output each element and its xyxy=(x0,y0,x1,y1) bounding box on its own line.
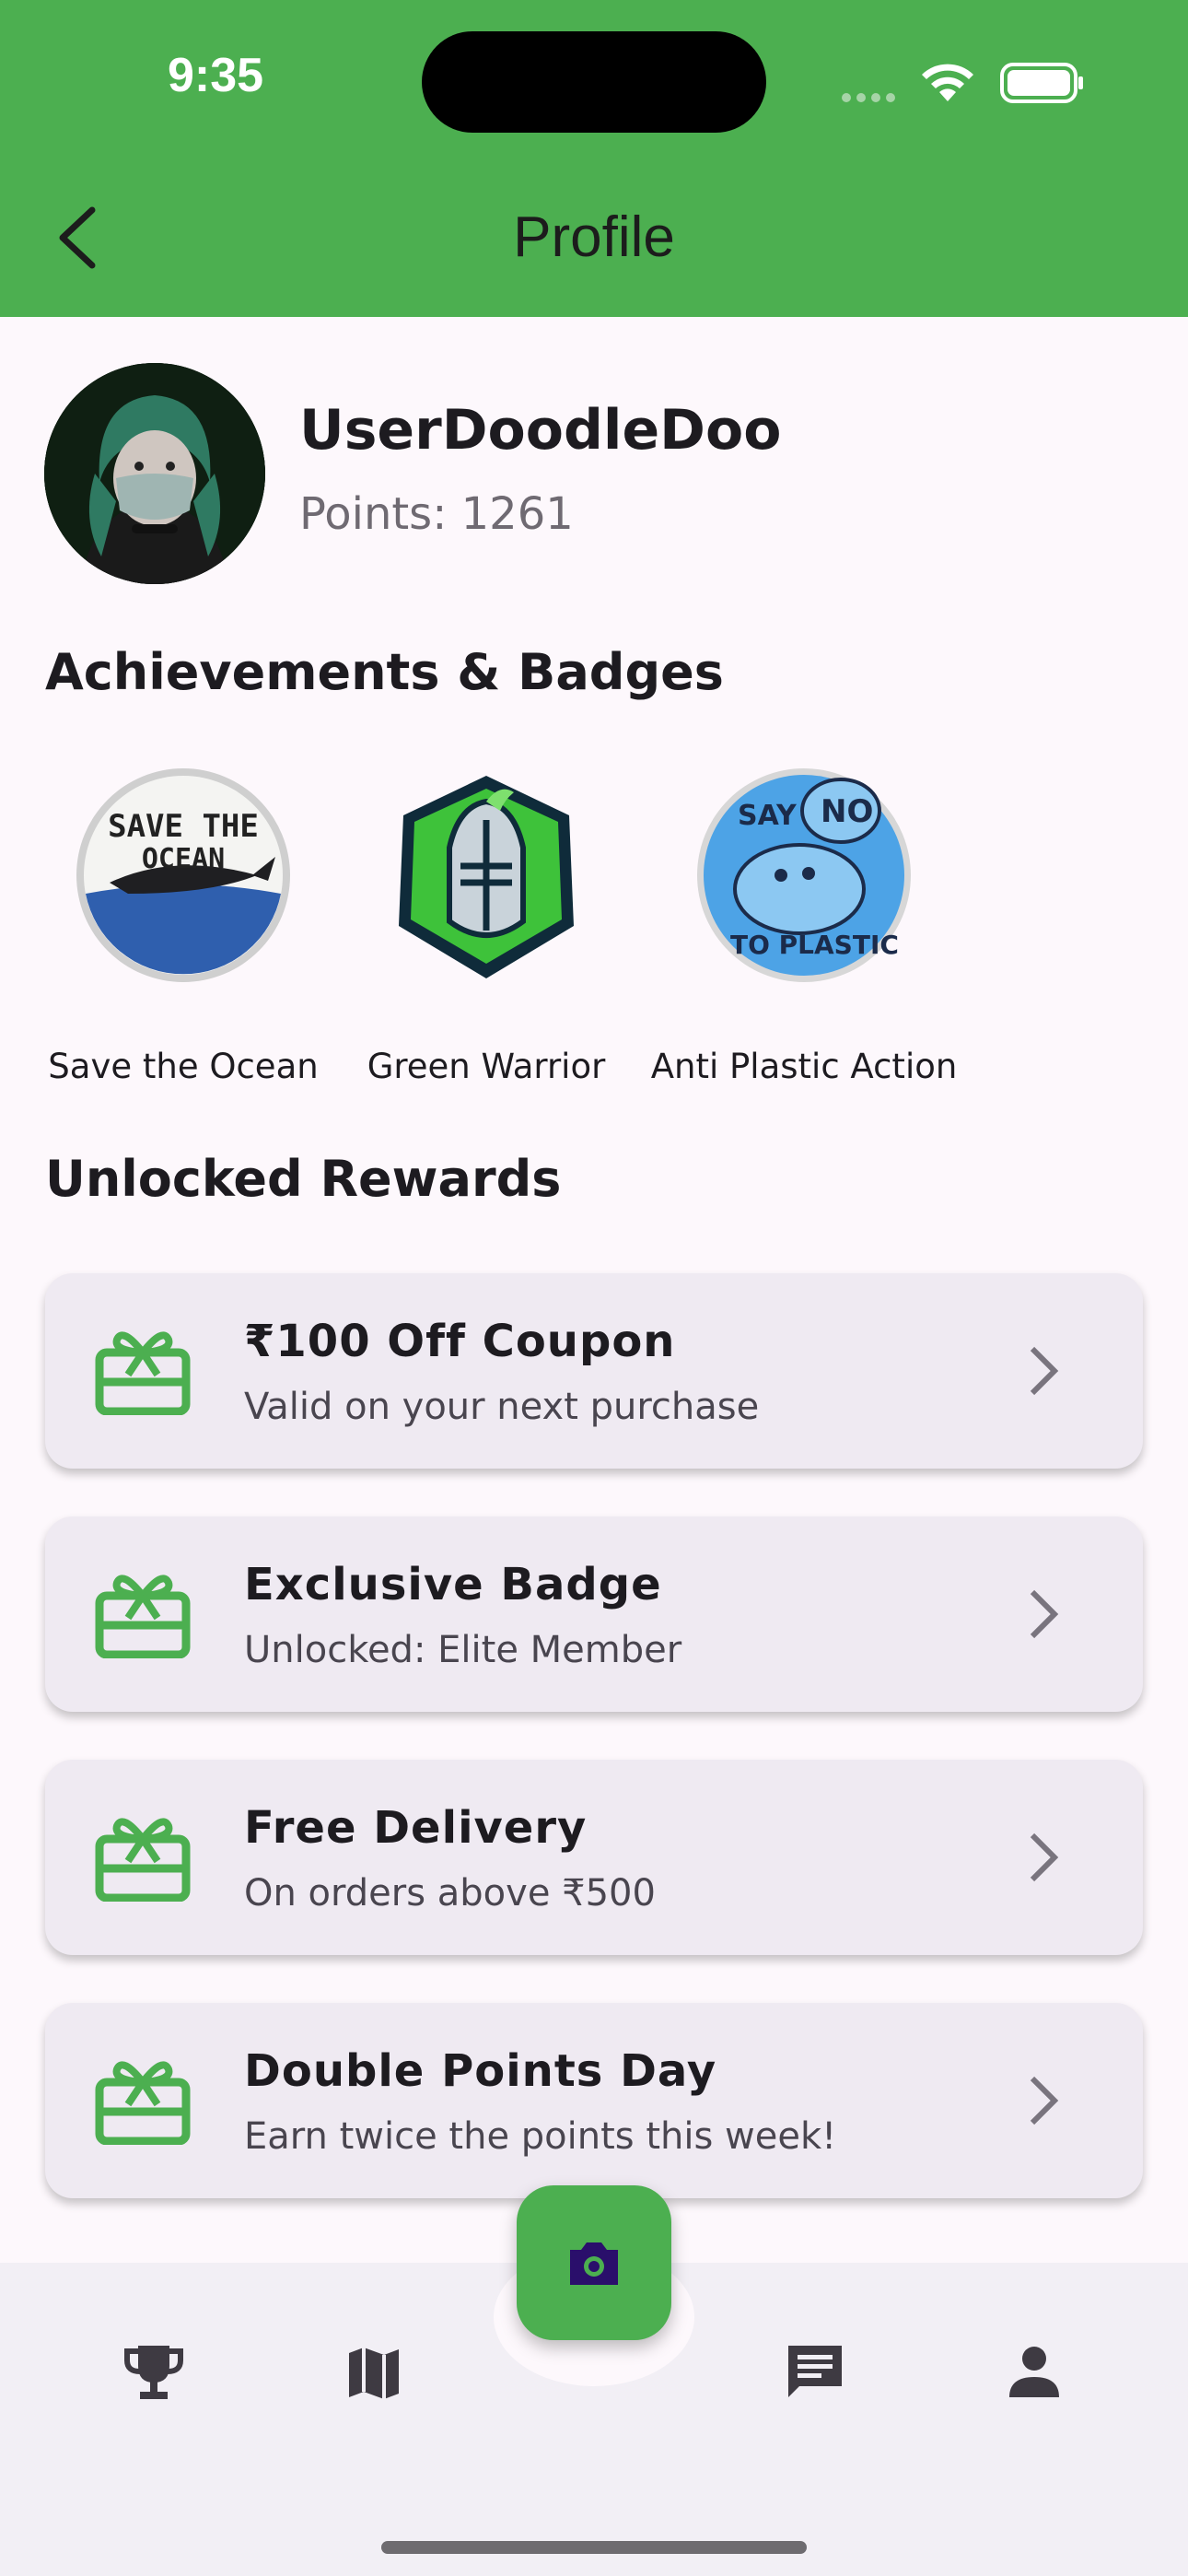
map-icon[interactable] xyxy=(342,2340,406,2405)
status-icons xyxy=(838,55,1087,107)
reward-card[interactable]: Double Points Day Earn twice the points … xyxy=(45,2003,1143,2198)
reward-title: Double Points Day xyxy=(244,2045,717,2097)
chevron-right-icon xyxy=(1030,2076,1059,2125)
camera-button[interactable] xyxy=(517,2185,671,2340)
dynamic-island xyxy=(422,31,766,133)
camera-icon xyxy=(570,2242,618,2285)
gift-card-icon xyxy=(95,1575,191,1658)
gift-card-icon xyxy=(95,1331,191,1415)
badge-label: Anti Plastic Action xyxy=(650,1047,958,1086)
reward-title: ₹100 Off Coupon xyxy=(244,1316,676,1367)
battery-icon xyxy=(1000,63,1083,103)
chevron-right-icon xyxy=(1030,1832,1059,1882)
home-indicator xyxy=(381,2541,807,2554)
reward-subtitle: Unlocked: Elite Member xyxy=(244,1629,682,1671)
badge-green-warrior[interactable]: Green Warrior xyxy=(330,755,643,1106)
reward-card[interactable]: Exclusive Badge Unlocked: Elite Member xyxy=(45,1516,1143,1712)
svg-text:SAY: SAY xyxy=(738,800,798,832)
username: UserDoodleDoo xyxy=(299,398,782,463)
knight-helmet-icon xyxy=(399,776,574,978)
reward-title: Exclusive Badge xyxy=(244,1559,662,1610)
reward-card[interactable]: Free Delivery On orders above ₹500 xyxy=(45,1760,1143,1955)
svg-text:TO PLASTIC: TO PLASTIC xyxy=(730,930,899,960)
svg-text:OCEAN: OCEAN xyxy=(142,843,225,875)
person-icon[interactable] xyxy=(1002,2340,1066,2405)
chevron-right-icon xyxy=(1030,1346,1059,1396)
avatar xyxy=(44,363,265,584)
page-title: Profile xyxy=(513,205,675,269)
signal-icon xyxy=(842,88,901,106)
rewards-title: Unlocked Rewards xyxy=(45,1150,562,1208)
svg-text:NO: NO xyxy=(821,793,873,830)
chat-icon[interactable] xyxy=(783,2340,847,2405)
trophy-icon[interactable] xyxy=(122,2340,186,2405)
gift-card-icon xyxy=(95,1818,191,1902)
reward-subtitle: Valid on your next purchase xyxy=(244,1386,760,1428)
reward-subtitle: Earn twice the points this week! xyxy=(244,2115,837,2158)
points-text: Points: 1261 xyxy=(299,488,574,540)
chevron-right-icon xyxy=(1030,1589,1059,1639)
status-time: 9:35 xyxy=(168,49,264,102)
say-no-to-plastic-badge-icon: SAY NO TO PLASTIC xyxy=(697,768,911,982)
badge-label: Green Warrior xyxy=(367,1047,606,1086)
reward-card[interactable]: ₹100 Off Coupon Valid on your next purch… xyxy=(45,1273,1143,1469)
svg-text:SAVE THE: SAVE THE xyxy=(108,808,259,845)
achievements-title: Achievements & Badges xyxy=(45,643,724,701)
reward-title: Free Delivery xyxy=(244,1802,588,1854)
save-the-ocean-badge-icon: SAVE THE OCEAN xyxy=(76,768,290,982)
gift-card-icon xyxy=(95,2061,191,2145)
wifi-icon xyxy=(922,64,973,101)
badge-label: Save the Ocean xyxy=(48,1047,319,1086)
app-bar: 9:35 Profile xyxy=(0,0,1188,317)
badge-save-the-ocean[interactable]: SAVE THE OCEAN Save the Ocean xyxy=(27,755,340,1106)
reward-subtitle: On orders above ₹500 xyxy=(244,1872,656,1914)
badge-anti-plastic-action[interactable]: SAY NO TO PLASTIC Anti Plastic Action xyxy=(647,755,961,1106)
